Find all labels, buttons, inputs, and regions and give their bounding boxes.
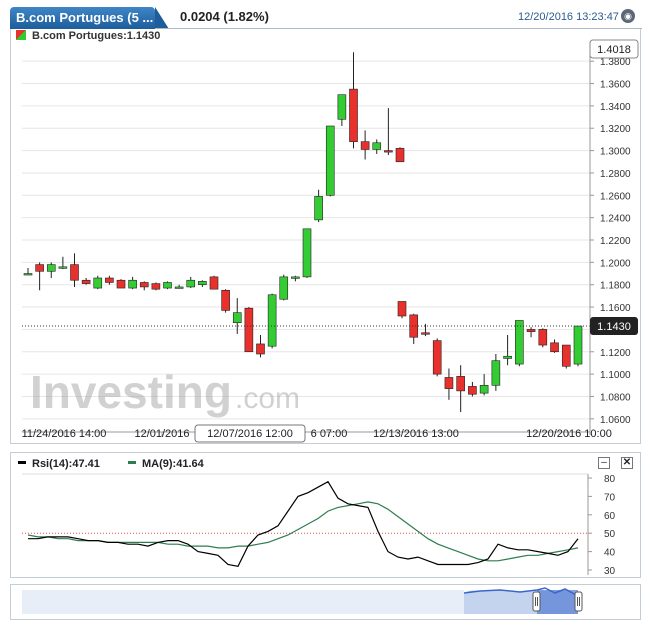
navigator-left-handle[interactable] xyxy=(532,591,541,612)
navigator[interactable] xyxy=(0,0,650,627)
navigator-right-handle[interactable] xyxy=(574,591,583,612)
navigator-track xyxy=(22,590,464,614)
navigator-selection[interactable] xyxy=(537,590,578,614)
